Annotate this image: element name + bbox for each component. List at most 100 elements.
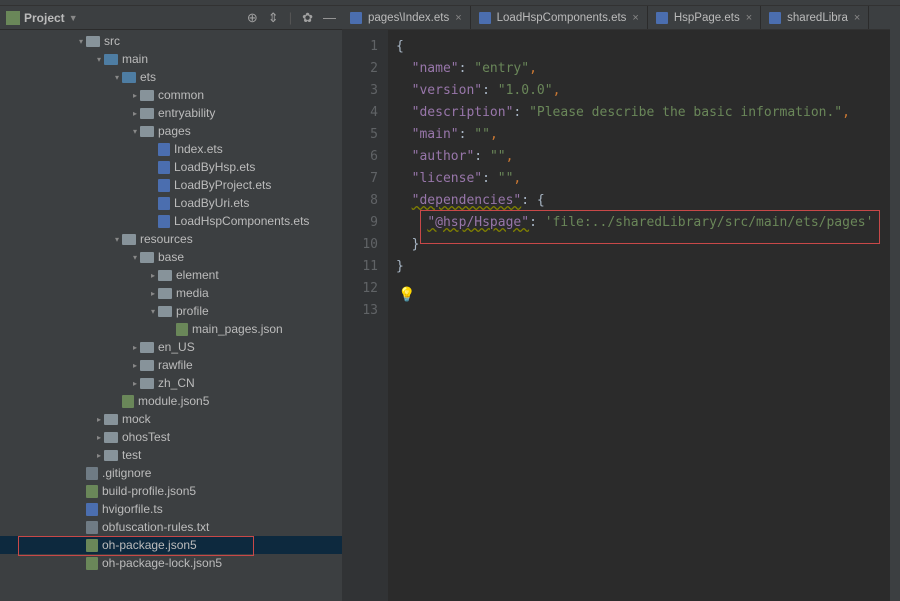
- folder-icon: [104, 414, 118, 425]
- chevron-icon[interactable]: ▸: [130, 91, 140, 100]
- gutter: 12345678910111213: [342, 30, 388, 601]
- chevron-icon[interactable]: ▸: [130, 361, 140, 370]
- tree-item-label: obfuscation-rules.txt: [102, 520, 209, 534]
- tree-folder[interactable]: ▸entryability: [0, 104, 342, 122]
- tree-item-label: LoadByHsp.ets: [174, 160, 255, 174]
- tree-file[interactable]: build-profile.json5: [0, 482, 342, 500]
- chevron-icon[interactable]: ▸: [148, 271, 158, 280]
- chevron-icon[interactable]: ▸: [94, 415, 104, 424]
- tree-file[interactable]: hvigorfile.ts: [0, 500, 342, 518]
- folder-icon: [158, 306, 172, 317]
- chevron-icon[interactable]: ▾: [112, 235, 122, 244]
- tree-folder[interactable]: ▸ element: [0, 266, 342, 284]
- line-number: 1: [342, 36, 378, 58]
- tree-file[interactable]: Index.ets: [0, 140, 342, 158]
- close-icon[interactable]: ×: [746, 12, 752, 24]
- line-number: 6: [342, 146, 378, 168]
- tree-folder[interactable]: ▸rawfile: [0, 356, 342, 374]
- tree-item-label: Index.ets: [174, 142, 223, 156]
- line-number: 11: [342, 256, 378, 278]
- tree-file[interactable]: oh-package.json5: [0, 536, 342, 554]
- project-title[interactable]: Project: [24, 11, 65, 25]
- editor-tab[interactable]: sharedLibra×: [761, 6, 869, 29]
- editor-tab[interactable]: pages\Index.ets×: [342, 6, 471, 29]
- tree-folder[interactable]: ▾ base: [0, 248, 342, 266]
- tree-file[interactable]: .gitignore: [0, 464, 342, 482]
- chevron-icon[interactable]: ▾: [112, 73, 122, 82]
- lightbulb-icon[interactable]: 💡: [398, 284, 415, 306]
- tree-folder[interactable]: ▸en_US: [0, 338, 342, 356]
- chevron-icon[interactable]: ▾: [130, 127, 140, 136]
- chevron-icon[interactable]: ▸: [148, 289, 158, 298]
- line-number: 5: [342, 124, 378, 146]
- close-icon[interactable]: ×: [632, 12, 638, 24]
- chevron-icon[interactable]: ▸: [94, 433, 104, 442]
- project-tree[interactable]: ▾src▾main▾ets▸common▸entryability▾pagesI…: [0, 30, 342, 601]
- file-icon: [86, 521, 98, 534]
- tree-file[interactable]: obfuscation-rules.txt: [0, 518, 342, 536]
- tree-item-label: main_pages.json: [192, 322, 283, 336]
- tree-file[interactable]: LoadHspComponents.ets: [0, 212, 342, 230]
- folder-icon: [140, 108, 154, 119]
- tree-folder[interactable]: ▸ohosTest: [0, 428, 342, 446]
- divider: |: [289, 10, 292, 26]
- tree-item-label: element: [176, 268, 219, 282]
- tree-file[interactable]: LoadByProject.ets: [0, 176, 342, 194]
- settings-icon[interactable]: ✿: [302, 10, 313, 26]
- tree-folder[interactable]: ▾ pages: [0, 122, 342, 140]
- hide-icon[interactable]: —: [323, 10, 336, 26]
- tree-folder[interactable]: ▾main: [0, 50, 342, 68]
- chevron-icon[interactable]: ▾: [130, 253, 140, 262]
- file-icon: [158, 215, 170, 228]
- chevron-icon[interactable]: ▸: [130, 109, 140, 118]
- tree-folder[interactable]: ▸zh_CN: [0, 374, 342, 392]
- file-icon: [176, 323, 188, 336]
- tree-folder[interactable]: ▾src: [0, 32, 342, 50]
- file-icon: [86, 503, 98, 516]
- tree-file[interactable]: oh-package-lock.json5: [0, 554, 342, 572]
- close-icon[interactable]: ×: [854, 12, 860, 24]
- tree-file[interactable]: LoadByHsp.ets: [0, 158, 342, 176]
- tree-item-label: LoadHspComponents.ets: [174, 214, 309, 228]
- folder-icon: [140, 360, 154, 371]
- tree-folder[interactable]: ▸ media: [0, 284, 342, 302]
- tree-folder[interactable]: ▾profile: [0, 302, 342, 320]
- tree-file[interactable]: LoadByUri.ets: [0, 194, 342, 212]
- tree-folder[interactable]: ▸common: [0, 86, 342, 104]
- editor-tab[interactable]: HspPage.ets×: [648, 6, 761, 29]
- tree-item-label: media: [176, 286, 209, 300]
- tree-file[interactable]: module.json5: [0, 392, 342, 410]
- tree-item-label: base: [158, 250, 184, 264]
- folder-icon: [140, 342, 154, 353]
- file-icon: [158, 161, 170, 174]
- tree-folder[interactable]: ▾ ets: [0, 68, 342, 86]
- select-opened-icon[interactable]: ⊕: [247, 10, 258, 26]
- tree-folder[interactable]: ▸mock: [0, 410, 342, 428]
- line-number: 3: [342, 80, 378, 102]
- chevron-icon[interactable]: ▾: [148, 307, 158, 316]
- tab-label: LoadHspComponents.ets: [497, 12, 627, 24]
- line-number: 13: [342, 300, 378, 322]
- file-icon: [122, 395, 134, 408]
- expand-icon[interactable]: ⇕: [268, 10, 279, 26]
- close-icon[interactable]: ×: [455, 12, 461, 24]
- chevron-down-icon[interactable]: ▼: [69, 13, 78, 23]
- tree-item-label: pages: [158, 124, 191, 138]
- chevron-icon[interactable]: ▾: [76, 37, 86, 46]
- chevron-icon[interactable]: ▸: [94, 451, 104, 460]
- line-number: 7: [342, 168, 378, 190]
- editor-tab[interactable]: LoadHspComponents.ets ×: [471, 6, 648, 29]
- folder-icon: [140, 126, 154, 137]
- chevron-icon[interactable]: ▸: [130, 343, 140, 352]
- chevron-icon[interactable]: ▾: [94, 55, 104, 64]
- folder-icon: [86, 36, 100, 47]
- tree-item-label: ets: [140, 70, 156, 84]
- tree-item-label: test: [122, 448, 141, 462]
- tree-folder[interactable]: ▸ test: [0, 446, 342, 464]
- chevron-icon[interactable]: ▸: [130, 379, 140, 388]
- code-content[interactable]: { "name": "entry", "version": "1.0.0", "…: [388, 30, 900, 601]
- editor-scrollbar[interactable]: [890, 24, 900, 601]
- code-area[interactable]: 12345678910111213 { "name": "entry", "ve…: [342, 30, 900, 601]
- tree-file[interactable]: main_pages.json: [0, 320, 342, 338]
- tree-folder[interactable]: ▾resources: [0, 230, 342, 248]
